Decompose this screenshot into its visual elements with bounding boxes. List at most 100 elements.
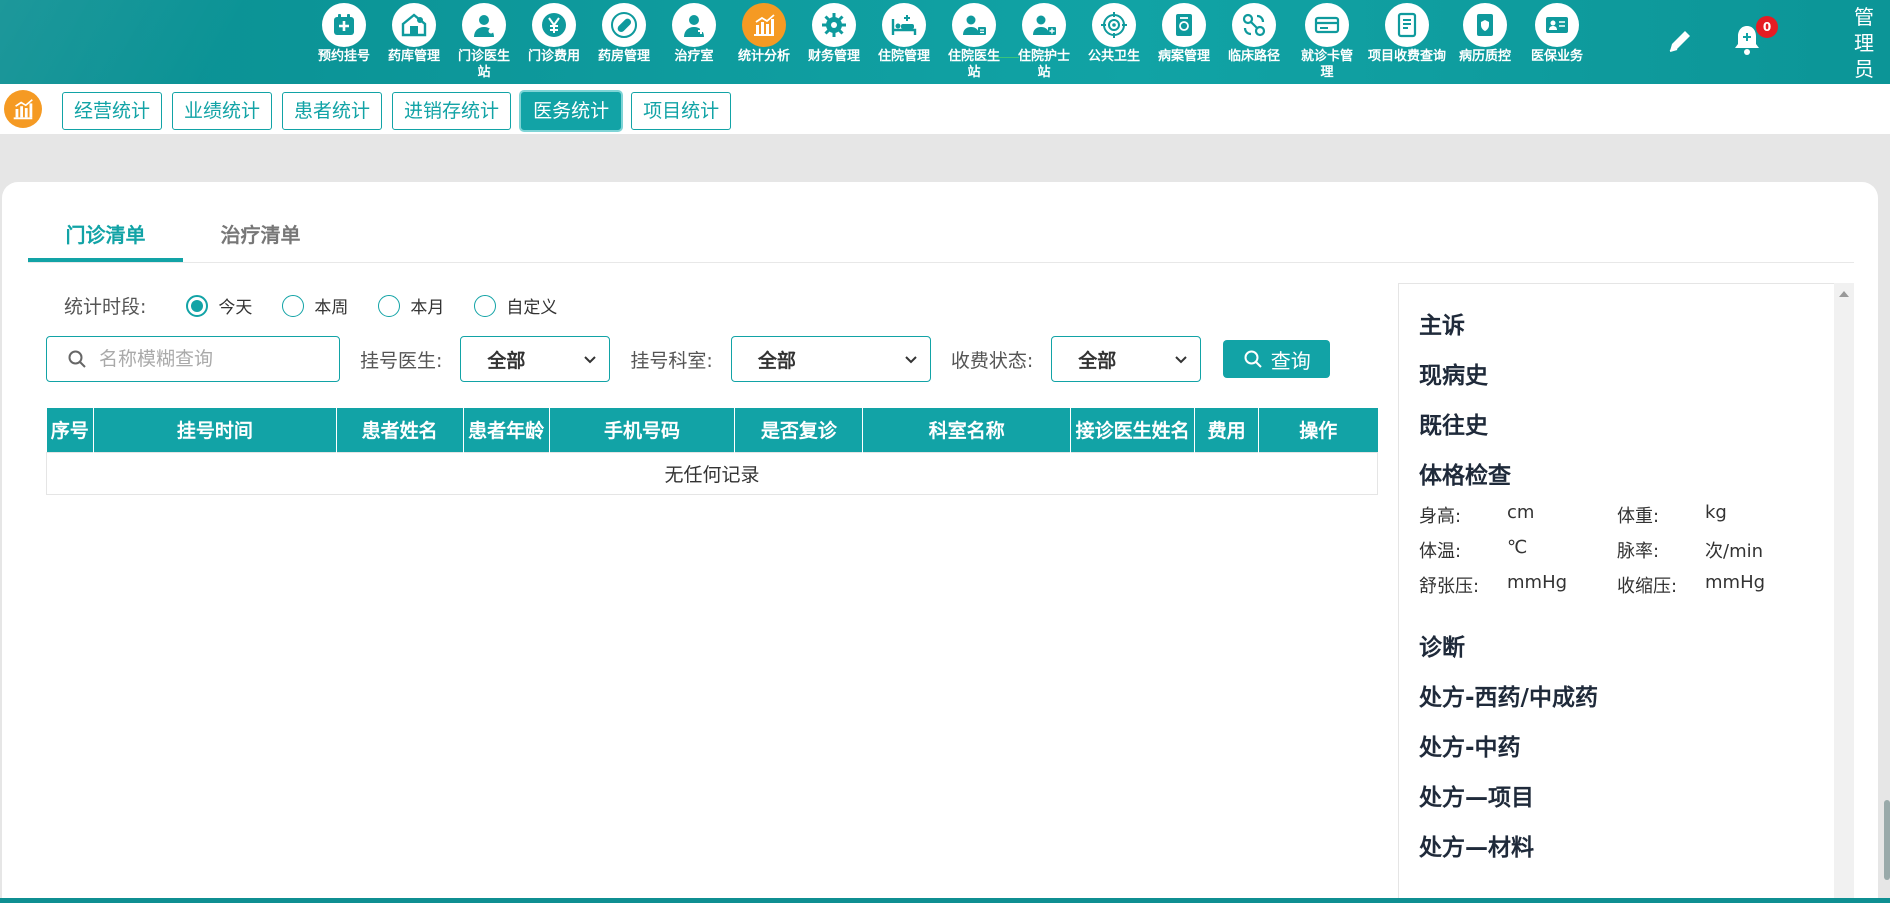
radio-button-checked[interactable]	[186, 294, 209, 317]
nav-item-fee-query[interactable]: 项目收费查询	[1365, 0, 1449, 84]
doctor-card-icon	[952, 3, 996, 47]
vital-unit: mmHg	[1507, 572, 1568, 593]
period-selector: 统计时段: 今天 本周 本月 自定义	[64, 292, 587, 319]
subtab-medical[interactable]: 医务统计	[521, 92, 622, 130]
doctor-filter-label: 挂号医生:	[360, 349, 443, 372]
nav-label: 门诊医生站	[457, 49, 510, 80]
column-header[interactable]: 接诊医生姓名	[1070, 408, 1196, 452]
nurse-card-icon	[1022, 3, 1066, 47]
bed-icon	[882, 3, 926, 47]
nav-label: 公共卫生	[1087, 49, 1140, 64]
nav-item-treatment-room[interactable]: 治疗室	[659, 0, 729, 84]
column-header[interactable]: 序号	[46, 408, 94, 452]
detail-scrollbar[interactable]	[1834, 283, 1854, 903]
radio-this-month[interactable]: 本月	[378, 293, 444, 318]
top-nav-bar: 预约挂号 药库管理 门诊医生站 门诊费用 药房管理 治疗室 统计分析 财务管理 …	[0, 0, 1890, 84]
section-past-history: 既往史	[1419, 413, 1488, 439]
radio-custom[interactable]: 自定义	[474, 293, 557, 318]
fee-status-select[interactable]: 全部	[1051, 336, 1202, 382]
section-diagnosis: 诊断	[1419, 635, 1465, 661]
nav-label: 财务管理	[807, 49, 860, 64]
nav-item-card-management[interactable]: 就诊卡管理	[1289, 0, 1365, 84]
nav-item-outpatient-fee[interactable]: 门诊费用	[519, 0, 589, 84]
pill-icon	[602, 3, 646, 47]
statistics-module-icon	[4, 90, 42, 128]
vital-label: 体重:	[1617, 506, 1660, 527]
nav-item-statistics[interactable]: 统计分析	[729, 0, 799, 84]
vital-unit: 次/min	[1705, 541, 1764, 562]
nav-label: 住院医生站	[947, 49, 1000, 80]
nav-item-inpatient-nurse[interactable]: 住院护士站	[1009, 0, 1079, 84]
column-header[interactable]: 挂号时间	[93, 408, 337, 452]
column-header[interactable]: 费用	[1194, 408, 1260, 452]
query-button-label: 查询	[1270, 348, 1311, 373]
nav-item-medical-record[interactable]: 病案管理	[1149, 0, 1219, 84]
nav-item-public-health[interactable]: 公共卫生	[1079, 0, 1149, 84]
page-scrollbar-thumb[interactable]	[1884, 800, 1890, 880]
subtab-inventory[interactable]: 进销存统计	[392, 92, 512, 130]
chart-icon	[742, 3, 786, 47]
search-box[interactable]	[46, 336, 340, 382]
nav-item-inpatient[interactable]: 住院管理	[869, 0, 939, 84]
vital-label: 脉率:	[1617, 541, 1660, 562]
column-header[interactable]: 患者年龄	[463, 408, 550, 452]
nav-item-finance[interactable]: 财务管理	[799, 0, 869, 84]
nav-item-insurance[interactable]: 医保业务	[1521, 0, 1593, 84]
nav-label: 药库管理	[387, 49, 440, 64]
column-header[interactable]: 操作	[1258, 408, 1378, 452]
radio-button[interactable]	[378, 294, 401, 317]
query-button[interactable]: 查询	[1223, 340, 1331, 378]
vital-unit: ℃	[1507, 537, 1528, 558]
fee-status-select-value: 全部	[1078, 349, 1117, 372]
nav-label: 药房管理	[597, 49, 650, 64]
subtab-patient[interactable]: 患者统计	[282, 92, 383, 130]
notification-badge: 0	[1756, 16, 1778, 38]
main-panel: 门诊清单 治疗清单 统计时段: 今天 本周 本月 自定义 挂号医生: 全部	[2, 182, 1878, 903]
nav-item-record-qc[interactable]: 病历质控	[1449, 0, 1521, 84]
subtab-project[interactable]: 项目统计	[631, 92, 732, 130]
edit-icon[interactable]	[1665, 26, 1695, 56]
period-label: 统计时段:	[64, 296, 147, 318]
column-header[interactable]: 手机号码	[549, 408, 736, 452]
nav-item-inpatient-doctor[interactable]: 住院医生站	[939, 0, 1019, 84]
radio-button[interactable]	[474, 294, 497, 317]
nav-label: 住院管理	[877, 49, 930, 64]
nav-label: 医保业务	[1530, 49, 1583, 64]
nav-label: 病案管理	[1157, 49, 1210, 64]
column-header[interactable]: 是否复诊	[734, 408, 864, 452]
nav-item-outpatient-doctor[interactable]: 门诊医生站	[449, 0, 519, 84]
nav-item-clinical-path[interactable]: 临床路径	[1219, 0, 1289, 84]
subtab-business[interactable]: 经营统计	[62, 92, 163, 130]
doctor-select[interactable]: 全部	[460, 336, 611, 382]
path-icon	[1232, 3, 1276, 47]
subtab-performance[interactable]: 业绩统计	[172, 92, 273, 130]
scroll-up-arrow-icon[interactable]	[1839, 291, 1849, 297]
nav-label: 门诊费用	[527, 49, 580, 64]
target-icon	[1092, 3, 1136, 47]
radio-this-week[interactable]: 本周	[282, 293, 348, 318]
list-tabs: 门诊清单 治疗清单	[28, 218, 1854, 263]
dept-filter-label: 挂号科室:	[630, 349, 713, 372]
tab-outpatient-list[interactable]: 门诊清单	[28, 218, 183, 262]
sub-tab-bar: 经营统计 业绩统计 患者统计 进销存统计 医务统计 项目统计	[0, 84, 1890, 134]
calendar-plus-icon	[322, 3, 366, 47]
radio-button[interactable]	[282, 294, 305, 317]
outpatient-table: 序号 挂号时间 患者姓名 患者年龄 手机号码 是否复诊 科室名称 接诊医生姓名 …	[46, 408, 1378, 495]
filter-row: 挂号医生: 全部 挂号科室: 全部 收费状态: 全部 查询	[46, 336, 1331, 382]
user-name[interactable]: 管理员	[1852, 4, 1876, 82]
column-header[interactable]: 患者姓名	[336, 408, 464, 452]
nav-item-booking[interactable]: 预约挂号	[309, 0, 379, 84]
tab-treatment-list[interactable]: 治疗清单	[183, 218, 338, 262]
nav-item-pharmacy-store[interactable]: 药库管理	[379, 0, 449, 84]
dept-select[interactable]: 全部	[730, 336, 931, 382]
vital-unit: kg	[1705, 502, 1727, 523]
nav-label: 临床路径	[1227, 49, 1280, 64]
column-header[interactable]: 科室名称	[862, 408, 1072, 452]
vital-label: 舒张压:	[1419, 576, 1480, 597]
doctor-select-value: 全部	[487, 349, 526, 372]
search-input[interactable]	[99, 348, 329, 370]
radio-today[interactable]: 今天	[186, 293, 252, 318]
nav-label: 就诊卡管理	[1300, 49, 1353, 80]
dept-select-value: 全部	[757, 349, 796, 372]
nav-item-pharmacy[interactable]: 药房管理	[589, 0, 659, 84]
